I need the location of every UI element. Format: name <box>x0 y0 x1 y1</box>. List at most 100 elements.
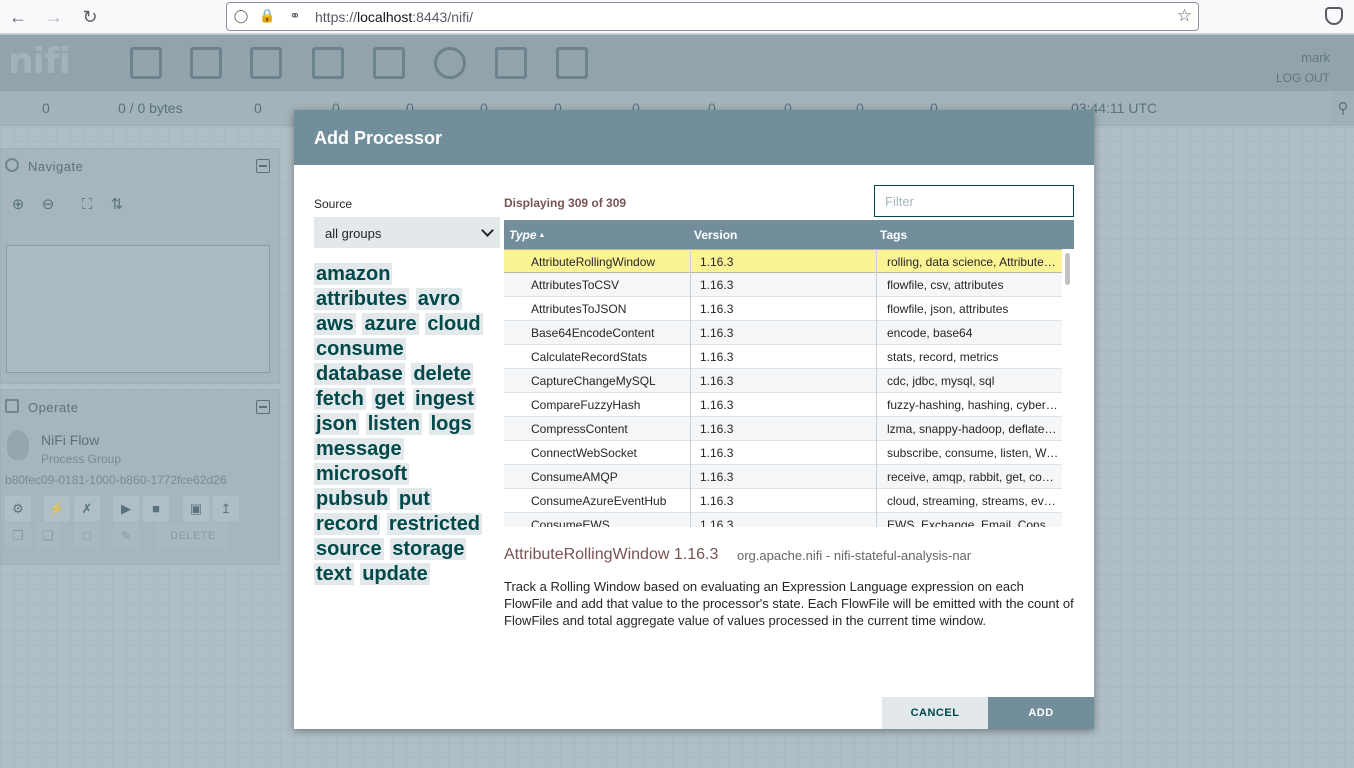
create-template-icon[interactable]: ▣ <box>183 496 209 522</box>
table-row[interactable]: ConsumeAMQP 1.16.3 receive, amqp, rabbit, … <box>504 465 1062 489</box>
color-brush-icon[interactable]: ✎ <box>113 523 139 549</box>
zoom-out-icon[interactable]: ⊖ <box>35 192 61 218</box>
delete-button[interactable]: DELETE <box>157 523 229 549</box>
bookmark-star-icon[interactable]: ☆ <box>1177 6 1192 26</box>
column-header-version[interactable]: Version <box>694 228 737 242</box>
template-tool-icon[interactable] <box>495 47 527 79</box>
enable-bolt-icon[interactable]: ⚡ <box>44 496 70 522</box>
tag-amazon[interactable]: amazon <box>314 263 393 285</box>
url-bar[interactable]: ◯ 🔒 ⚭ https://localhost:8443/nifi/ ☆ <box>226 2 1199 31</box>
tag-microsoft[interactable]: microsoft <box>314 463 410 485</box>
table-header: Type Version Tags <box>504 220 1074 249</box>
collapse-navigate-button[interactable] <box>256 159 270 173</box>
output-port-tool-icon[interactable] <box>250 47 282 79</box>
table-row[interactable]: AttributeRollingWindow 1.16.3 rolling, dat… <box>504 249 1062 273</box>
table-row[interactable]: ConsumeEWS 1.16.3 EWS, Exchange, Email, Co… <box>504 513 1062 527</box>
table-row[interactable]: CaptureChangeMySQL 1.16.3 cdc, jdbc, mysql… <box>504 369 1062 393</box>
table-scrollbar[interactable] <box>1062 249 1074 527</box>
tag-cloud[interactable]: cloud <box>425 313 483 335</box>
input-port-tool-icon[interactable] <box>190 47 222 79</box>
shield-icon[interactable]: ◯ <box>233 8 249 24</box>
key-icon[interactable]: ⚭ <box>287 8 303 24</box>
remote-process-group-tool-icon[interactable] <box>373 47 405 79</box>
configure-gear-icon[interactable]: ⚙ <box>5 496 31 522</box>
birdseye-view[interactable] <box>6 245 270 373</box>
tag-update[interactable]: update <box>360 563 430 585</box>
tag-text[interactable]: text <box>314 563 354 585</box>
table-row[interactable]: ConsumeAzureEventHub 1.16.3 cloud, streami… <box>504 489 1062 513</box>
actual-size-icon[interactable]: ⇅ <box>104 192 130 218</box>
table-row[interactable]: AttributesToJSON 1.16.3 flowfile, json, at… <box>504 297 1062 321</box>
table-row[interactable]: AttributesToCSV 1.16.3 flowfile, csv, attr… <box>504 273 1062 297</box>
table-row[interactable]: ConnectWebSocket 1.16.3 subscribe, consume… <box>504 441 1062 465</box>
column-header-type[interactable]: Type <box>509 228 545 242</box>
cell-type: ConsumeEWS <box>531 518 610 527</box>
stop-icon[interactable]: ■ <box>143 496 169 522</box>
disable-icon[interactable]: ✗ <box>74 496 100 522</box>
column-divider <box>876 249 877 527</box>
copy-icon[interactable]: ❐ <box>5 523 31 549</box>
transmitting-count: 0 <box>254 100 262 116</box>
cell-version: 1.16.3 <box>700 422 734 436</box>
source-label: Source <box>314 197 353 211</box>
tag-aws[interactable]: aws <box>314 313 356 335</box>
add-button[interactable]: ADD <box>988 697 1094 729</box>
tag-json[interactable]: json <box>314 413 360 435</box>
collapse-operate-button[interactable] <box>256 400 270 414</box>
cell-version: 1.16.3 <box>700 494 734 508</box>
tag-restricted[interactable]: restricted <box>386 513 483 535</box>
funnel-tool-icon[interactable] <box>434 47 466 79</box>
tag-put[interactable]: put <box>396 488 432 510</box>
cell-version: 1.16.3 <box>700 398 734 412</box>
paste-icon[interactable]: ❏ <box>35 523 61 549</box>
table-row[interactable]: CompareFuzzyHash 1.16.3 fuzzy-hashing, has… <box>504 393 1062 417</box>
filter-input[interactable] <box>874 185 1074 217</box>
tag-delete[interactable]: delete <box>411 363 474 385</box>
cancel-button[interactable]: CANCEL <box>882 697 988 729</box>
cell-version: 1.16.3 <box>700 350 734 364</box>
process-group-tool-icon[interactable] <box>312 47 344 79</box>
dialog-title: Add Processor <box>294 110 1094 165</box>
tag-ingest[interactable]: ingest <box>413 388 476 410</box>
fit-icon[interactable]: ⛶ <box>74 192 100 218</box>
back-icon[interactable]: ← <box>8 7 28 27</box>
flow-type: Process Group <box>41 452 122 466</box>
upload-template-icon[interactable]: ↥ <box>213 496 239 522</box>
cell-tags: stats, record, metrics <box>887 350 999 364</box>
tag-record[interactable]: record <box>314 513 381 535</box>
forward-icon[interactable]: → <box>44 7 64 27</box>
tag-fetch[interactable]: fetch <box>314 388 366 410</box>
tag-consume[interactable]: consume <box>314 338 406 360</box>
tag-logs[interactable]: logs <box>428 413 474 435</box>
cell-type: Base64EncodeContent <box>531 326 655 340</box>
scrollbar-thumb[interactable] <box>1065 253 1070 285</box>
tag-azure[interactable]: azure <box>362 313 419 335</box>
logout-link[interactable]: LOG OUT <box>1276 68 1330 89</box>
source-group-select[interactable]: all groups <box>314 217 500 248</box>
search-icon[interactable]: ⚲ <box>1332 91 1354 126</box>
table-row[interactable]: CompressContent 1.16.3 lzma, snappy-hadoop… <box>504 417 1062 441</box>
label-tool-icon[interactable] <box>556 47 588 79</box>
reload-icon[interactable]: ↻ <box>80 7 100 27</box>
group-icon[interactable]: □ <box>74 523 100 549</box>
tag-attributes[interactable]: attributes <box>314 288 410 310</box>
tag-storage[interactable]: storage <box>390 538 467 560</box>
table-row[interactable]: CalculateRecordStats 1.16.3 stats, record,… <box>504 345 1062 369</box>
tag-get[interactable]: get <box>372 388 407 410</box>
start-play-icon[interactable]: ▶ <box>113 496 139 522</box>
processor-tool-icon[interactable] <box>130 47 162 79</box>
tag-pubsub[interactable]: pubsub <box>314 488 391 510</box>
navigate-title-text: Navigate <box>28 159 84 174</box>
tag-avro[interactable]: avro <box>415 288 462 310</box>
lock-icon[interactable]: 🔒 <box>259 8 275 24</box>
cell-type: CaptureChangeMySQL <box>531 374 656 388</box>
tag-listen[interactable]: listen <box>365 413 422 435</box>
zoom-in-icon[interactable]: ⊕ <box>5 192 31 218</box>
table-row[interactable]: Base64EncodeContent 1.16.3 encode, base64 <box>504 321 1062 345</box>
column-header-tags[interactable]: Tags <box>880 228 907 242</box>
tag-source[interactable]: source <box>314 538 384 560</box>
pocket-icon[interactable] <box>1325 7 1343 25</box>
tag-message[interactable]: message <box>314 438 404 460</box>
tag-database[interactable]: database <box>314 363 405 385</box>
url-text[interactable]: https://localhost:8443/nifi/ <box>315 9 473 25</box>
